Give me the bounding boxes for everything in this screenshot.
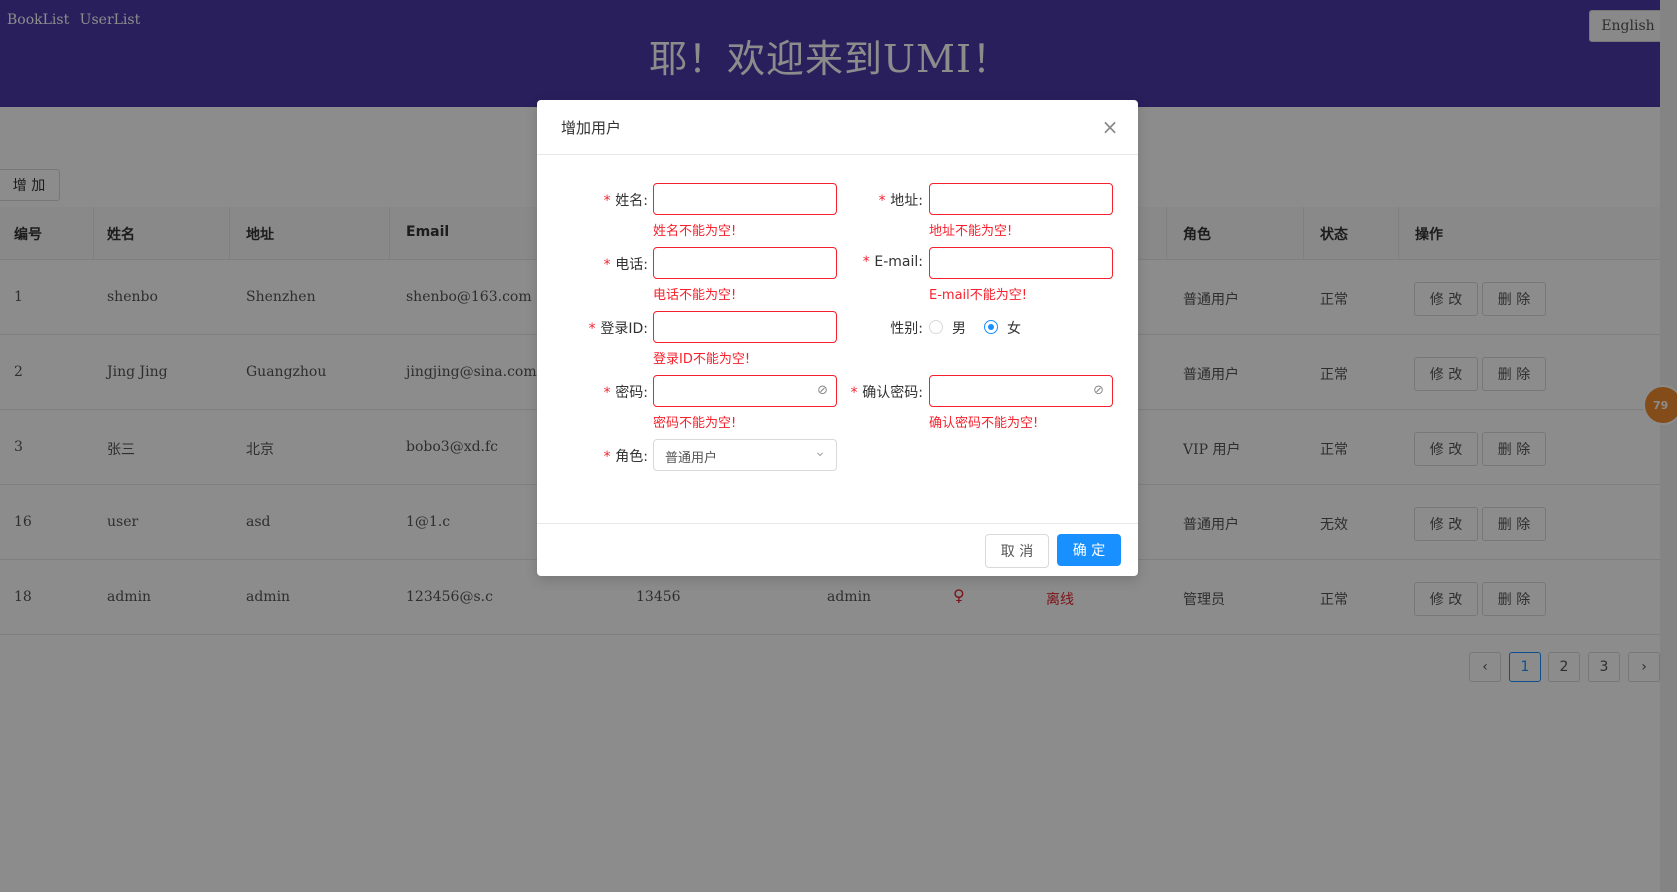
login-id-error: 登录ID不能为空! xyxy=(653,352,751,367)
phone-error: 电话不能为空! xyxy=(653,288,737,303)
role-label: * 角色: xyxy=(602,449,648,465)
name-field[interactable] xyxy=(653,183,837,215)
gender-male-radio[interactable] xyxy=(929,320,943,334)
name-error: 姓名不能为空! xyxy=(653,224,737,239)
phone-label: * 电话: xyxy=(602,257,648,273)
confirm-password-label: * 确认密码: xyxy=(849,385,923,401)
gender-female-radio[interactable] xyxy=(984,320,998,334)
password-error: 密码不能为空! xyxy=(653,416,737,431)
name-label: * 姓名: xyxy=(602,193,648,209)
email-input[interactable] xyxy=(930,248,1112,278)
name-input[interactable] xyxy=(654,184,836,214)
confirm-password-input[interactable] xyxy=(930,376,1112,406)
email-label: * E-mail: xyxy=(861,254,923,270)
close-icon[interactable]: × xyxy=(1099,116,1121,138)
confirm-button[interactable]: 确 定 xyxy=(1057,534,1121,566)
address-input[interactable] xyxy=(930,184,1112,214)
confirm-password-field[interactable]: ⊘ xyxy=(929,375,1113,407)
password-input[interactable] xyxy=(654,376,836,406)
login-id-field[interactable] xyxy=(653,311,837,343)
phone-input[interactable] xyxy=(654,248,836,278)
login-id-label: * 登录ID: xyxy=(587,321,648,337)
address-error: 地址不能为空! xyxy=(929,224,1013,239)
modal-header: 增加用户 × xyxy=(537,100,1138,155)
cancel-button[interactable]: 取 消 xyxy=(985,534,1049,568)
gender-male-label[interactable]: 男 xyxy=(952,318,966,338)
eye-invisible-icon[interactable]: ⊘ xyxy=(1093,383,1104,398)
gender-female-label[interactable]: 女 xyxy=(1007,318,1021,338)
gender-label: 性别: xyxy=(890,321,923,337)
password-label: * 密码: xyxy=(602,385,648,401)
modal-footer: 取 消 确 定 xyxy=(537,523,1138,577)
phone-field[interactable] xyxy=(653,247,837,279)
login-id-input[interactable] xyxy=(654,312,836,342)
email-field[interactable] xyxy=(929,247,1113,279)
address-field[interactable] xyxy=(929,183,1113,215)
confirm-password-error: 确认密码不能为空! xyxy=(929,416,1039,431)
address-label: * 地址: xyxy=(877,193,923,209)
add-user-modal: 增加用户 × * 姓名: 姓名不能为空! * 地址: 地址不能为空! * 电话: 电话… xyxy=(537,100,1138,576)
modal-title: 增加用户 xyxy=(561,119,622,137)
chevron-down-icon: ⌄ xyxy=(814,444,826,460)
eye-invisible-icon[interactable]: ⊘ xyxy=(817,383,828,398)
password-field[interactable]: ⊘ xyxy=(653,375,837,407)
role-select-value: 普通用户 xyxy=(665,451,718,466)
email-error: E-mail不能为空! xyxy=(929,288,1027,303)
role-select[interactable]: 普通用户 ⌄ xyxy=(653,439,837,471)
